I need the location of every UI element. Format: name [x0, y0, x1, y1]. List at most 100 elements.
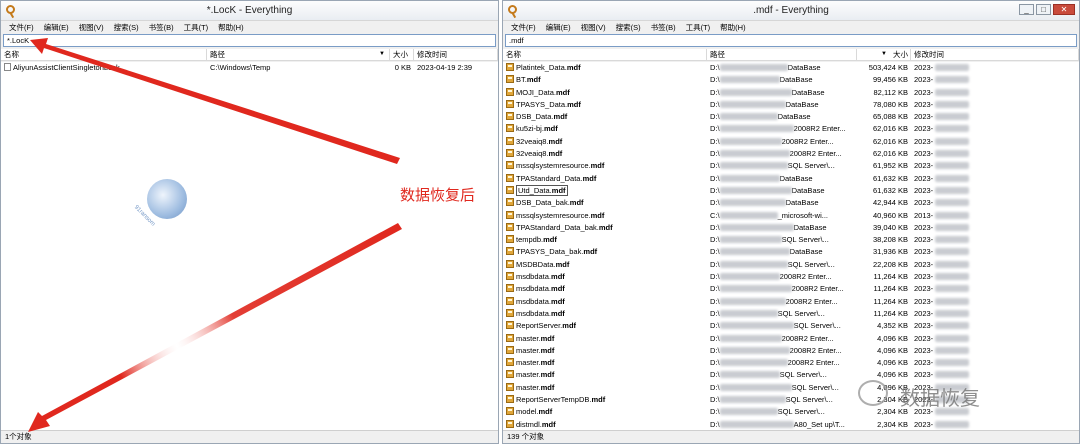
file-name: master.mdf: [516, 370, 554, 379]
list-item[interactable]: mssqlsystemresource.mdf C:\ _microsoft-wi.…: [503, 210, 1079, 222]
list-item[interactable]: DSB_Data_bak.mdf D:\ DataBase 42,944 KB 2023…: [503, 197, 1079, 209]
close-icon[interactable]: ✕: [1053, 4, 1075, 15]
col-name[interactable]: 名称: [1, 49, 207, 60]
menu-bookmarks[interactable]: 书签(B): [651, 22, 676, 33]
redacted-date: [935, 137, 970, 145]
redacted-path: [719, 359, 788, 367]
col-name[interactable]: 名称: [503, 49, 707, 60]
right-title-bar[interactable]: .mdf - Everything _ □ ✕: [503, 1, 1079, 21]
list-item[interactable]: master.mdf D:\ SQL Server\... 4,096 KB 2023-: [503, 382, 1079, 394]
list-item[interactable]: 32veaiq8.mdf D:\ 2008R2 Enter... 62,016 KB 2…: [503, 136, 1079, 148]
path-drive: D:\: [710, 99, 720, 109]
file-name-cell: mssqlsystemresource.mdf: [503, 160, 707, 172]
menu-search[interactable]: 搜索(S): [616, 22, 641, 33]
list-item[interactable]: TPAStandard_Data_bak.mdf D:\ DataBase 39,04…: [503, 222, 1079, 234]
menu-search[interactable]: 搜索(S): [114, 22, 139, 33]
list-item[interactable]: TPASYS_Data_bak.mdf D:\ DataBase 31,936 KB 2…: [503, 246, 1079, 258]
col-size[interactable]: 大小: [390, 49, 414, 60]
menu-view[interactable]: 视图(V): [79, 22, 104, 33]
right-menu-bar: 文件(F) 编辑(E) 视图(V) 搜索(S) 书签(B) 工具(T) 帮助(H…: [503, 21, 1079, 33]
list-item[interactable]: AliyunAssistClientSingletonLock C:\Windo…: [1, 62, 498, 74]
list-item[interactable]: BT.mdf D:\ DataBase 99,456 KB 2023-: [503, 74, 1079, 86]
list-item[interactable]: master.mdf D:\ 2008R2 Enter... 4,096 KB 2023…: [503, 345, 1079, 357]
left-title-bar[interactable]: *.LocK - Everything: [1, 1, 498, 21]
menu-tools[interactable]: 工具(T): [184, 22, 209, 33]
file-name: master.mdf: [516, 383, 554, 392]
database-file-icon: [506, 136, 514, 145]
file-name-base: master.: [516, 370, 541, 380]
list-item[interactable]: master.mdf D:\ 2008R2 Enter... 4,096 KB 2023…: [503, 333, 1079, 345]
path-drive: D:\: [710, 284, 720, 294]
col-path[interactable]: 路径: [707, 49, 857, 60]
file-name-cell: TPASYS_Data_bak.mdf: [503, 246, 707, 258]
list-item[interactable]: master.mdf D:\ 2008R2 Enter... 4,096 KB 2023…: [503, 357, 1079, 369]
list-item[interactable]: msdbdata.mdf D:\ 2008R2 Enter... 11,264 KB 2…: [503, 283, 1079, 295]
path-drive: D:\: [710, 75, 720, 85]
col-path[interactable]: 路径 ▼: [207, 49, 390, 60]
modified-date: 2023-: [914, 149, 934, 159]
list-item[interactable]: MSDBData.mdf D:\ SQL Server\... 22,208 KB 20…: [503, 259, 1079, 271]
list-item[interactable]: mssqlsystemresource.mdf D:\ SQL Server\...…: [503, 160, 1079, 172]
right-search-input[interactable]: .mdf: [505, 34, 1077, 47]
list-item[interactable]: ReportServerTempDB.mdf D:\ SQL Server\... 2…: [503, 394, 1079, 406]
minimize-icon[interactable]: _: [1019, 4, 1034, 15]
menu-edit[interactable]: 编辑(E): [44, 22, 69, 33]
left-search-input[interactable]: *.LocK: [3, 34, 496, 47]
list-item[interactable]: msdbdata.mdf D:\ 2008R2 Enter... 11,264 KB 2…: [503, 271, 1079, 283]
file-name: DSB_Data_bak.mdf: [516, 198, 584, 207]
col-modified[interactable]: 修改时间: [911, 49, 1079, 60]
list-item[interactable]: ku5zi-bj.mdf D:\ 2008R2 Enter... 62,016 KB 2…: [503, 123, 1079, 135]
list-item[interactable]: Platintek_Data.mdf D:\ DataBase 503,424 KB 2…: [503, 62, 1079, 74]
path-tail: SQL Server\...: [777, 308, 825, 318]
list-item[interactable]: Utd_Data.mdf D:\ DataBase 61,632 KB 2023-: [503, 184, 1079, 197]
list-item[interactable]: master.mdf D:\ SQL Server\... 4,096 KB 2023-: [503, 369, 1079, 381]
col-modified[interactable]: 修改时间: [414, 49, 498, 60]
list-item[interactable]: MOJI_Data.mdf D:\ DataBase 82,112 KB 2023-: [503, 87, 1079, 99]
file-name-ext: mdf: [551, 185, 566, 195]
list-item[interactable]: model.mdf D:\ SQL Server\... 2,304 KB 2023-: [503, 406, 1079, 418]
menu-help[interactable]: 帮助(H): [218, 22, 243, 33]
database-file-icon: [506, 124, 514, 133]
file-size: 31,936 KB: [872, 247, 908, 257]
right-results-list: Platintek_Data.mdf D:\ DataBase 503,424 KB 2…: [503, 62, 1079, 431]
menu-view[interactable]: 视图(V): [581, 22, 606, 33]
file-path: D:\ 2008R2 Enter...: [707, 148, 857, 160]
file-name-base: ku5zi-bj.: [516, 124, 544, 134]
file-modified: 2023-: [911, 308, 1079, 320]
menu-file[interactable]: 文件(F): [9, 22, 34, 33]
file-name-base: 32veaiq8.: [516, 136, 549, 146]
file-name-cell: Utd_Data.mdf: [503, 184, 707, 197]
list-item[interactable]: msdbdata.mdf D:\ SQL Server\... 11,264 KB 20…: [503, 308, 1079, 320]
left-results-list: AliyunAssistClientSingletonLock C:\Windo…: [1, 62, 498, 431]
menu-file[interactable]: 文件(F): [511, 22, 536, 33]
list-item[interactable]: TPASYS_Data.mdf D:\ DataBase 78,080 KB 2023-: [503, 99, 1079, 111]
list-item[interactable]: tempdb.mdf D:\ SQL Server\... 38,208 KB 2023…: [503, 234, 1079, 246]
path-drive: D:\: [710, 333, 720, 343]
list-item[interactable]: 32veaiq8.mdf D:\ 2008R2 Enter... 62,016 KB 2…: [503, 148, 1079, 160]
file-size: 39,040 KB: [872, 222, 908, 232]
file-name-cell: TPAStandard_Data_bak.mdf: [503, 222, 707, 234]
redacted-date: [935, 334, 970, 342]
file-name-ext: mdf: [598, 222, 613, 232]
file-size: 11,264 KB: [873, 272, 908, 282]
right-column-header: 名称 路径 ▼ 大小 修改时间: [503, 49, 1079, 61]
redacted-path: [719, 285, 792, 293]
list-item[interactable]: ReportServer.mdf D:\ SQL Server\... 4,352 K…: [503, 320, 1079, 332]
menu-tools[interactable]: 工具(T): [686, 22, 711, 33]
file-modified: 2023-: [911, 283, 1079, 295]
list-item[interactable]: TPAStandard_Data.mdf D:\ DataBase 61,632 KB…: [503, 173, 1079, 185]
file-name-ext: mdf: [548, 149, 563, 159]
redacted-path: [719, 64, 788, 71]
modified-date: 2023-: [914, 222, 934, 232]
menu-help[interactable]: 帮助(H): [720, 22, 745, 33]
path-tail: _microsoft-wi...: [777, 210, 829, 220]
maximize-icon[interactable]: □: [1036, 4, 1051, 15]
list-item[interactable]: DSB_Data.mdf D:\ DataBase 65,088 KB 2023-: [503, 111, 1079, 123]
redacted-date: [935, 346, 970, 354]
col-size[interactable]: ▼ 大小: [857, 49, 911, 60]
menu-edit[interactable]: 编辑(E): [546, 22, 571, 33]
menu-bookmarks[interactable]: 书签(B): [149, 22, 174, 33]
redacted-path: [719, 383, 792, 391]
file-name: mssqlsystemresource.mdf: [516, 211, 604, 220]
list-item[interactable]: msdbdata.mdf D:\ 2008R2 Enter... 11,264 KB 2…: [503, 296, 1079, 308]
